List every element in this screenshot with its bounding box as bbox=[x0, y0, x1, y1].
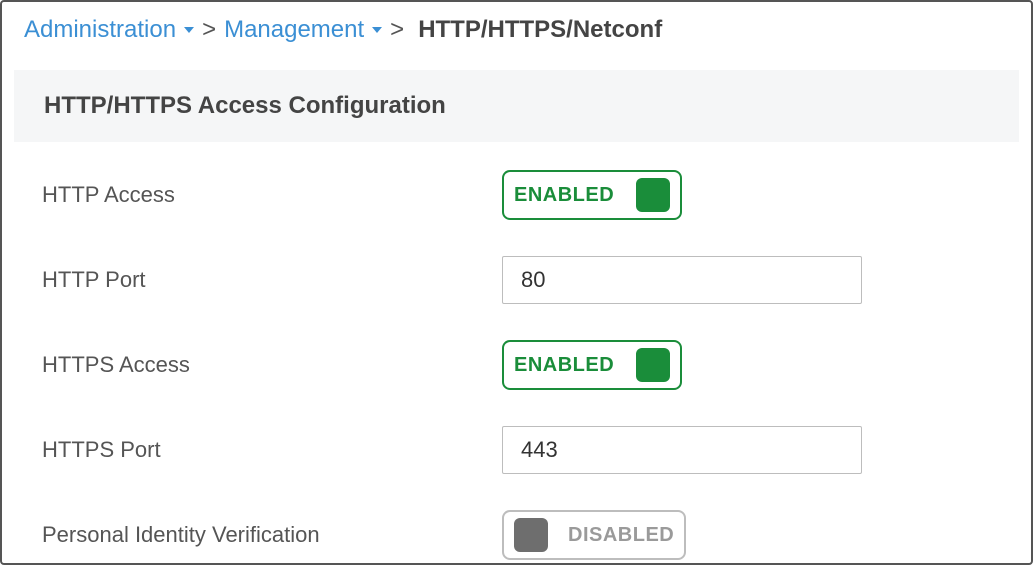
toggle-knob-icon bbox=[514, 518, 548, 552]
label-https-port: HTTPS Port bbox=[42, 437, 502, 463]
breadcrumb-link-administration[interactable]: Administration bbox=[24, 16, 194, 44]
config-form: HTTP Access ENABLED HTTP Port HTTPS Acce… bbox=[2, 142, 1031, 578]
row-https-port: HTTPS Port bbox=[42, 408, 1001, 492]
toggle-piv[interactable]: DISABLED bbox=[502, 510, 686, 560]
section-header: HTTP/HTTPS Access Configuration bbox=[14, 70, 1019, 142]
row-piv: Personal Identity Verification DISABLED bbox=[42, 492, 1001, 578]
breadcrumb-separator: > bbox=[390, 16, 404, 44]
breadcrumb: Administration > Management > HTTP/HTTPS… bbox=[2, 2, 1031, 52]
row-http-access: HTTP Access ENABLED bbox=[42, 152, 1001, 238]
row-https-access: HTTPS Access ENABLED bbox=[42, 322, 1001, 408]
toggle-state-label: ENABLED bbox=[514, 184, 614, 207]
section-title: HTTP/HTTPS Access Configuration bbox=[44, 92, 989, 120]
breadcrumb-label: Management bbox=[224, 16, 364, 44]
row-http-port: HTTP Port bbox=[42, 238, 1001, 322]
caret-down-icon bbox=[184, 27, 194, 33]
label-piv: Personal Identity Verification bbox=[42, 522, 502, 548]
toggle-state-label: DISABLED bbox=[568, 524, 674, 547]
breadcrumb-separator: > bbox=[202, 16, 216, 44]
toggle-knob-icon bbox=[636, 348, 670, 382]
toggle-http-access[interactable]: ENABLED bbox=[502, 170, 682, 220]
input-http-port[interactable] bbox=[502, 256, 862, 304]
toggle-knob-icon bbox=[636, 178, 670, 212]
breadcrumb-link-management[interactable]: Management bbox=[224, 16, 382, 44]
label-http-port: HTTP Port bbox=[42, 267, 502, 293]
toggle-https-access[interactable]: ENABLED bbox=[502, 340, 682, 390]
breadcrumb-label: Administration bbox=[24, 16, 176, 44]
caret-down-icon bbox=[372, 27, 382, 33]
breadcrumb-current: HTTP/HTTPS/Netconf bbox=[418, 16, 662, 44]
label-https-access: HTTPS Access bbox=[42, 352, 502, 378]
input-https-port[interactable] bbox=[502, 426, 862, 474]
label-http-access: HTTP Access bbox=[42, 182, 502, 208]
toggle-state-label: ENABLED bbox=[514, 354, 614, 377]
